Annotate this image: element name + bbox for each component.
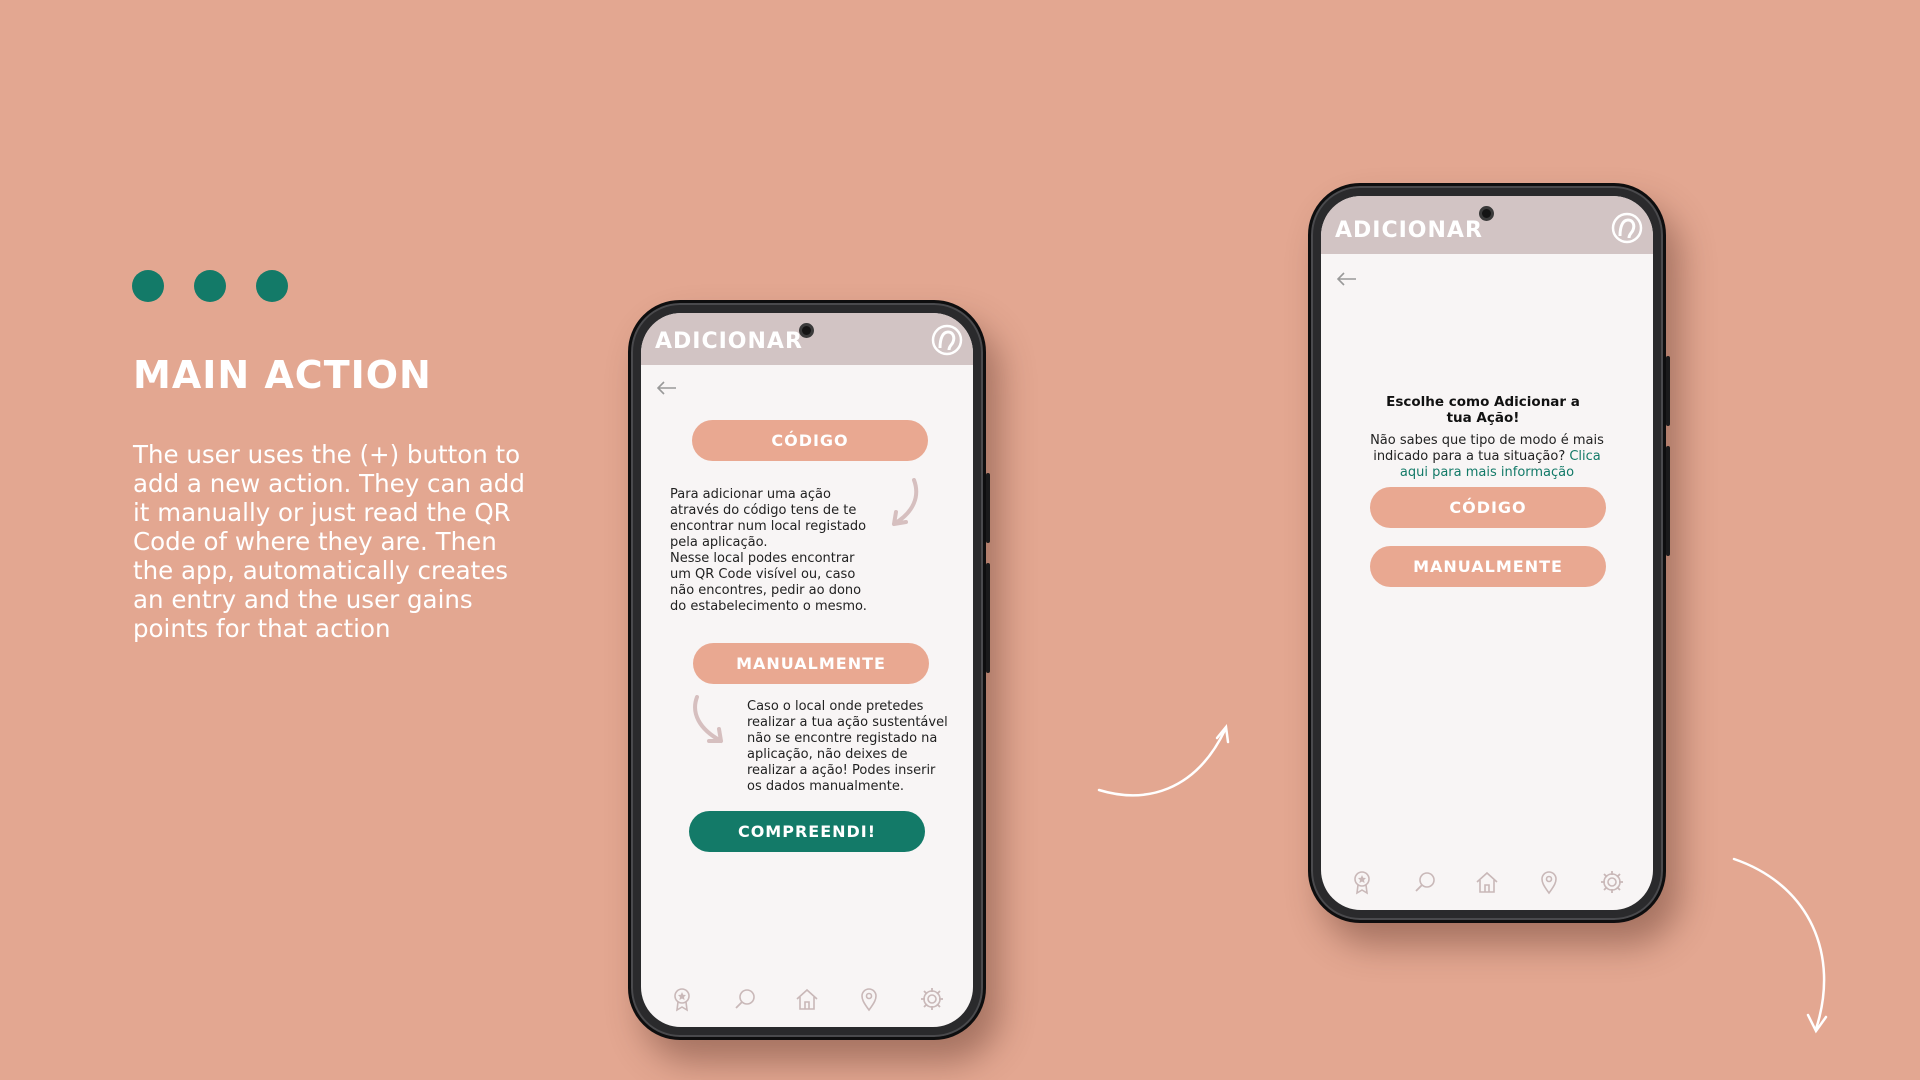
bottom-nav [1321, 864, 1653, 900]
more-info-link[interactable]: Clica [1569, 449, 1600, 464]
text-line: um QR Code visível ou, caso [670, 567, 856, 582]
front-camera [799, 323, 814, 338]
decorative-dots [132, 270, 288, 302]
text-line: encontrar num local registado [670, 519, 867, 534]
search-icon[interactable] [1412, 869, 1438, 895]
codigo-button[interactable]: CÓDIGO [692, 420, 928, 461]
help-text: Não sabes que tipo de modo é mais indica… [1321, 433, 1653, 481]
search-icon[interactable] [732, 986, 758, 1012]
title-line: Escolhe como Adicionar a [1386, 394, 1580, 410]
flow-arrow-icon [1097, 723, 1230, 797]
text-line: através do código tens de te [670, 503, 857, 518]
codigo-button[interactable]: CÓDIGO [1370, 487, 1606, 528]
dot-2 [194, 270, 226, 302]
avatar-icon[interactable] [1611, 212, 1643, 244]
home-icon[interactable] [794, 986, 820, 1012]
avatar-icon[interactable] [931, 324, 963, 356]
help-line-text: indicado para a tua situação? [1373, 449, 1570, 464]
text-line: pela aplicação. [670, 535, 768, 550]
header-title: ADICIONAR [655, 329, 803, 354]
award-icon[interactable] [1349, 869, 1375, 895]
text-line: não encontres, pedir ao dono [670, 583, 862, 598]
choose-title: Escolhe como Adicionar a tua Ação! [1321, 394, 1653, 426]
text-line: realizar a ação! Podes inserir [747, 763, 936, 778]
settings-icon[interactable] [919, 986, 945, 1012]
more-info-link[interactable]: aqui para mais informação [1321, 465, 1653, 481]
help-line: Não sabes que tipo de modo é mais [1370, 433, 1604, 448]
home-icon[interactable] [1474, 869, 1500, 895]
text-line: Para adicionar uma ação [670, 487, 831, 502]
text-line: aplicação, não deixes de [747, 747, 908, 762]
phone-screen: ADICIONAR CÓDIGO Para adicionar uma ação… [641, 313, 973, 1027]
settings-icon[interactable] [1599, 869, 1625, 895]
compreendi-button[interactable]: COMPREENDI! [689, 811, 925, 852]
app-header: ADICIONAR [1321, 196, 1653, 254]
curved-arrow-icon [693, 695, 723, 743]
dot-3 [256, 270, 288, 302]
phone-mockup-info: ADICIONAR CÓDIGO Para adicionar uma ação… [628, 300, 990, 1040]
award-icon[interactable] [669, 986, 695, 1012]
app-header: ADICIONAR [641, 313, 973, 365]
text-line: realizar a tua ação sustentável [747, 715, 948, 730]
phone-screen: ADICIONAR Escolhe como Adicionar a tua A… [1321, 196, 1653, 910]
back-arrow-icon[interactable] [1337, 272, 1357, 286]
back-arrow-icon[interactable] [657, 381, 677, 395]
codigo-info-text: Para adicionar uma ação através do códig… [670, 487, 890, 615]
location-pin-icon[interactable] [856, 986, 882, 1012]
dot-1 [132, 270, 164, 302]
text-line: do estabelecimento o mesmo. [670, 599, 867, 614]
flow-arrow-icon [1732, 857, 1828, 1034]
slide-title: MAIN ACTION [133, 353, 432, 397]
manual-info-text: Caso o local onde pretedes realizar a tu… [747, 699, 967, 795]
phone-mockup-choose: ADICIONAR Escolhe como Adicionar a tua A… [1308, 183, 1670, 923]
curved-arrow-icon [892, 478, 919, 526]
front-camera [1479, 206, 1494, 221]
bottom-nav [641, 981, 973, 1017]
title-line: tua Ação! [1446, 410, 1520, 426]
location-pin-icon[interactable] [1536, 869, 1562, 895]
text-line: não se encontre registado na [747, 731, 938, 746]
text-line: Caso o local onde pretedes [747, 699, 924, 714]
text-line: Nesse local podes encontrar [670, 551, 855, 566]
manualmente-button[interactable]: MANUALMENTE [693, 643, 929, 684]
manualmente-button[interactable]: MANUALMENTE [1370, 546, 1606, 587]
header-title: ADICIONAR [1335, 218, 1483, 243]
text-line: os dados manualmente. [747, 779, 905, 794]
slide-description: The user uses the (+) button to add a ne… [133, 440, 525, 643]
help-line: indicado para a tua situação? Clica [1321, 449, 1653, 465]
